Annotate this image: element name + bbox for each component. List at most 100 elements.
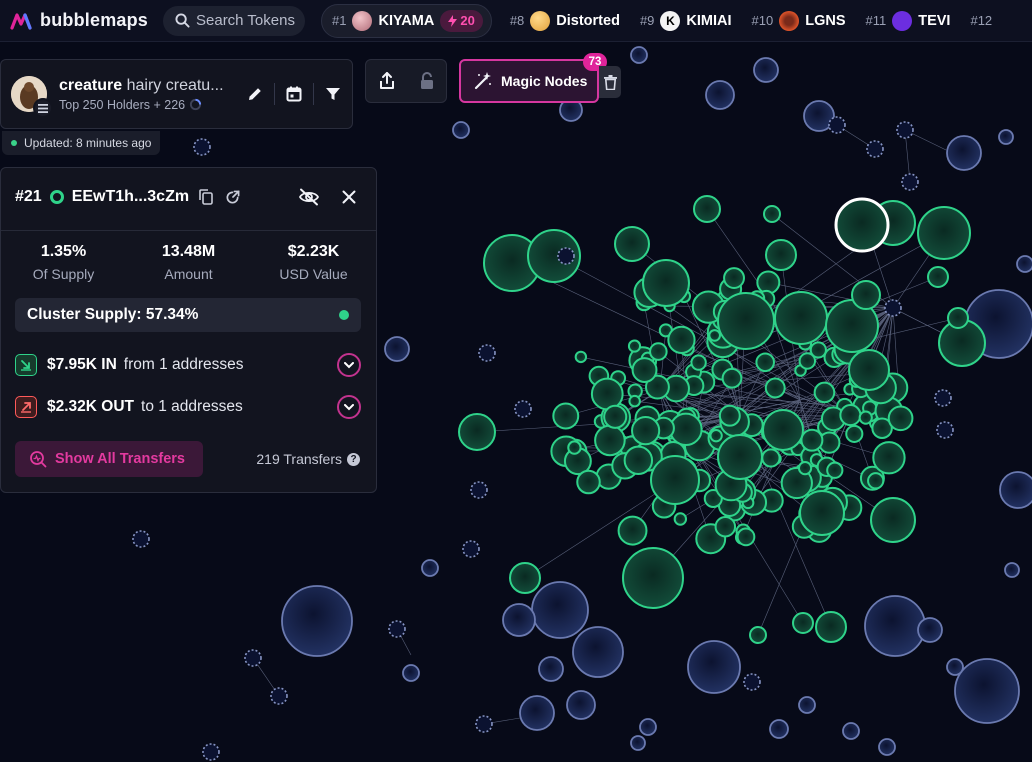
- magic-node[interactable]: [901, 173, 919, 191]
- logo[interactable]: bubblemaps: [10, 10, 160, 31]
- cluster-holder-bubble[interactable]: [848, 349, 890, 391]
- cluster-holder-bubble[interactable]: [872, 441, 906, 475]
- magic-node[interactable]: [557, 247, 575, 265]
- close-panel-button[interactable]: [340, 188, 358, 206]
- magic-node[interactable]: [478, 344, 496, 362]
- cluster-holder-bubble[interactable]: [714, 515, 737, 538]
- holder-bubble[interactable]: [946, 658, 964, 676]
- trending-token-distorted[interactable]: #8 Distorted: [500, 4, 630, 38]
- cluster-holder-bubble[interactable]: [718, 404, 741, 427]
- cluster-holder-bubble[interactable]: [774, 291, 828, 345]
- holder-bubble[interactable]: [917, 617, 943, 643]
- cluster-holder-bubble[interactable]: [458, 413, 496, 451]
- cluster-holder-bubble[interactable]: [887, 405, 914, 432]
- holder-bubble[interactable]: [639, 718, 657, 736]
- magic-node[interactable]: [934, 389, 952, 407]
- expand-inflow-button[interactable]: [337, 353, 361, 377]
- trending-token-tevi[interactable]: #11 TEVI: [856, 4, 961, 38]
- cluster-holder-bubble[interactable]: [815, 611, 847, 643]
- trending-token-kiyama[interactable]: #1 KIYAMA 20: [321, 3, 492, 38]
- magic-nodes-button[interactable]: Magic Nodes: [459, 59, 599, 103]
- cluster-holder-bubble[interactable]: [721, 367, 743, 389]
- cluster-holder-bubble[interactable]: [947, 307, 969, 329]
- outflow-row[interactable]: $2.32K OUT to 1 addresses: [15, 393, 361, 421]
- magic-node[interactable]: [936, 421, 954, 439]
- delete-magic-nodes-button[interactable]: [599, 66, 621, 98]
- holder-bubble[interactable]: [878, 738, 896, 756]
- cluster-holder-bubble[interactable]: [927, 266, 949, 288]
- cluster-holder-bubble[interactable]: [764, 377, 786, 399]
- cluster-holder-bubble[interactable]: [576, 469, 601, 495]
- magic-node[interactable]: [193, 138, 211, 156]
- cluster-holder-bubble[interactable]: [623, 445, 654, 476]
- cluster-holder-bubble[interactable]: [552, 402, 580, 430]
- cluster-holder-bubble[interactable]: [631, 416, 661, 446]
- trending-token-kimiai[interactable]: #9 K KIMIAI: [630, 4, 742, 38]
- cluster-holder-bubble[interactable]: [574, 350, 588, 364]
- selected-wallet-bubble[interactable]: [834, 197, 890, 253]
- cluster-holder-bubble[interactable]: [709, 429, 723, 443]
- cluster-holder-bubble[interactable]: [755, 352, 775, 373]
- cluster-holder-bubble[interactable]: [690, 354, 707, 371]
- cluster-holder-bubble[interactable]: [650, 455, 700, 505]
- cluster-holder-bubble[interactable]: [614, 226, 650, 262]
- holder-bubble[interactable]: [572, 626, 624, 678]
- magic-node[interactable]: [475, 715, 493, 733]
- lock-button[interactable]: [419, 71, 435, 91]
- cluster-holder-bubble[interactable]: [867, 472, 885, 490]
- magic-node[interactable]: [470, 481, 488, 499]
- holder-bubble[interactable]: [946, 135, 982, 171]
- holder-bubble[interactable]: [281, 585, 353, 657]
- holder-bubble[interactable]: [452, 121, 470, 139]
- cluster-holder-bubble[interactable]: [628, 394, 641, 408]
- magic-node[interactable]: [244, 649, 262, 667]
- cluster-holder-bubble[interactable]: [792, 612, 814, 634]
- cluster-holder-bubble[interactable]: [845, 424, 864, 443]
- holder-bubble[interactable]: [753, 57, 779, 83]
- holder-bubble[interactable]: [769, 719, 789, 739]
- boost-badge[interactable]: 20: [440, 9, 483, 32]
- copy-address-button[interactable]: [197, 188, 215, 206]
- cluster-holder-bubble[interactable]: [851, 280, 881, 310]
- cluster-holder-bubble[interactable]: [693, 195, 721, 223]
- cluster-holder-bubble[interactable]: [590, 377, 624, 411]
- cluster-holder-bubble[interactable]: [799, 490, 845, 536]
- cluster-holder-bubble[interactable]: [667, 325, 696, 354]
- filter-button[interactable]: [314, 77, 352, 111]
- holder-bubble[interactable]: [566, 690, 596, 720]
- trending-token-lgns[interactable]: #10 LGNS: [742, 4, 856, 38]
- cluster-holder-bubble[interactable]: [669, 412, 703, 447]
- cluster-holder-bubble[interactable]: [749, 626, 767, 644]
- magic-node[interactable]: [202, 743, 220, 761]
- cluster-holder-bubble[interactable]: [673, 512, 688, 526]
- cluster-holder-bubble[interactable]: [642, 259, 690, 307]
- holder-bubble[interactable]: [998, 129, 1014, 145]
- holder-bubble[interactable]: [531, 581, 589, 639]
- trending-token-12[interactable]: #12: [960, 4, 1002, 38]
- cluster-holder-bubble[interactable]: [797, 460, 813, 476]
- holder-bubble[interactable]: [502, 603, 536, 637]
- token-avatar[interactable]: [11, 76, 53, 118]
- cluster-holder-bubble[interactable]: [870, 497, 916, 543]
- cluster-holder-bubble[interactable]: [509, 562, 541, 594]
- holder-bubble[interactable]: [1016, 255, 1032, 273]
- magic-node[interactable]: [896, 121, 914, 139]
- cluster-holder-bubble[interactable]: [798, 352, 817, 370]
- cluster-supply-row[interactable]: Cluster Supply: 57.34%: [15, 298, 361, 332]
- cluster-holder-bubble[interactable]: [762, 409, 804, 451]
- holder-bubble[interactable]: [705, 80, 735, 110]
- cluster-holder-bubble[interactable]: [594, 424, 626, 457]
- cluster-holder-bubble[interactable]: [813, 381, 836, 404]
- cluster-holder-bubble[interactable]: [708, 329, 721, 342]
- share-button[interactable]: [378, 71, 396, 91]
- holder-bubble[interactable]: [1004, 562, 1020, 578]
- cluster-holder-bubble[interactable]: [736, 527, 756, 547]
- cluster-holder-bubble[interactable]: [717, 434, 763, 480]
- magic-node[interactable]: [743, 673, 761, 691]
- holder-bubble[interactable]: [519, 695, 555, 731]
- cluster-holder-bubble[interactable]: [631, 357, 658, 383]
- cluster-holder-bubble[interactable]: [723, 267, 745, 289]
- cluster-holder-bubble[interactable]: [800, 428, 824, 452]
- cluster-holder-bubble[interactable]: [763, 205, 781, 223]
- holder-bubble[interactable]: [402, 664, 420, 682]
